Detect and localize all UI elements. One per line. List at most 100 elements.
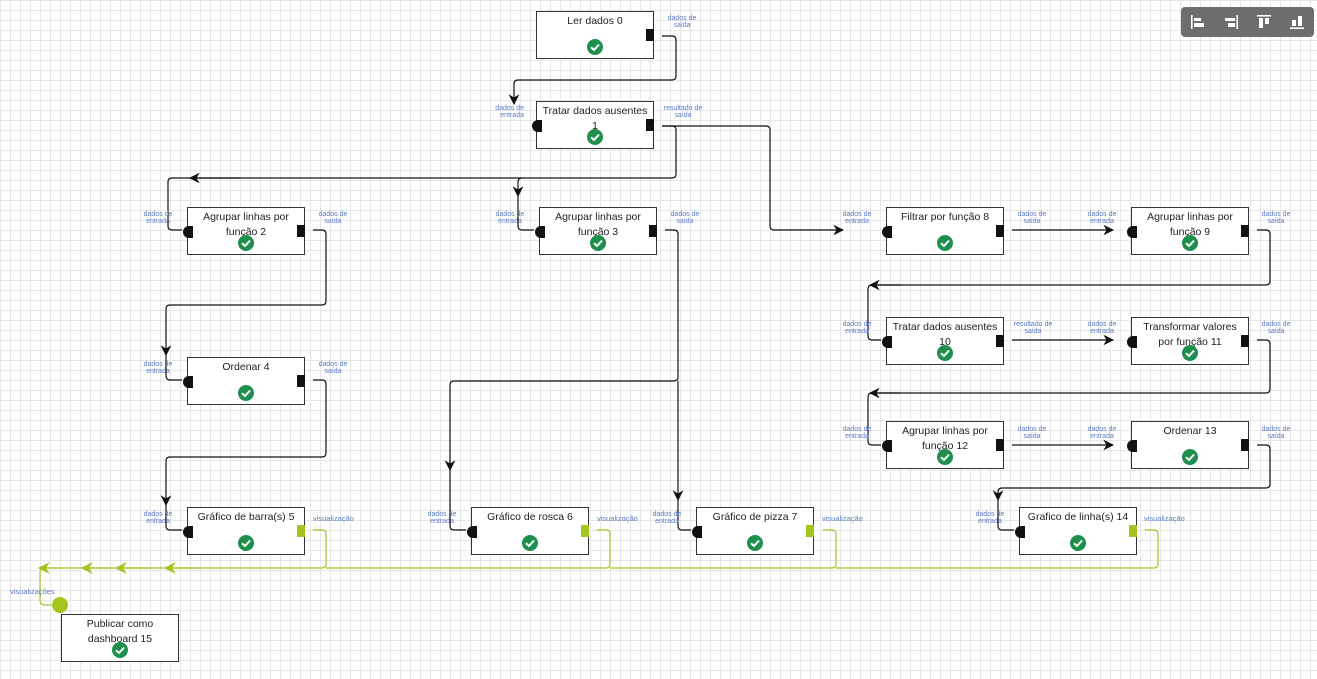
port-label-input: dados de entrada	[143, 511, 173, 525]
success-check-icon	[238, 535, 254, 551]
input-port[interactable]	[1127, 440, 1137, 452]
node-title: Gráfico de pizza 7	[712, 511, 798, 523]
node-ordenar-4[interactable]: Ordenar 4	[183, 357, 305, 405]
port-label-input: dados de entrada	[495, 105, 524, 119]
output-port[interactable]	[996, 335, 1004, 347]
node-filtrar-8[interactable]: Filtrar por função 8	[882, 207, 1004, 255]
node-title: Grafico de linha(s) 14	[1027, 511, 1129, 523]
visualizations-input-port[interactable]	[52, 597, 68, 613]
port-label-output: dados de saída	[667, 15, 697, 29]
input-port[interactable]	[882, 336, 892, 348]
success-check-icon	[112, 642, 128, 658]
port-label-input: dados de entrada	[842, 211, 872, 225]
output-port[interactable]	[996, 439, 1004, 451]
input-port[interactable]	[183, 376, 193, 388]
success-check-icon	[238, 385, 254, 401]
input-port[interactable]	[183, 226, 193, 238]
input-port[interactable]	[183, 526, 193, 538]
port-label-viz: visualização	[1144, 514, 1185, 523]
success-check-icon	[937, 235, 953, 251]
port-label-output: dados de saída	[1017, 211, 1047, 225]
input-port[interactable]	[1127, 226, 1137, 238]
input-port[interactable]	[1127, 336, 1137, 348]
output-port[interactable]	[646, 119, 654, 131]
visualization-port[interactable]	[806, 525, 814, 537]
port-label-viz: visualização	[822, 514, 863, 523]
success-check-icon	[747, 535, 763, 551]
output-port[interactable]	[1241, 225, 1249, 237]
input-port[interactable]	[882, 226, 892, 238]
port-label-output: dados de saída	[1261, 426, 1291, 440]
align-left-icon[interactable]	[1189, 13, 1207, 31]
port-label-viz: visualização	[313, 514, 354, 523]
output-port[interactable]	[649, 225, 657, 237]
input-port[interactable]	[692, 526, 702, 538]
visualization-port[interactable]	[581, 525, 589, 537]
output-port[interactable]	[297, 375, 305, 387]
node-title: Gráfico de rosca 6	[487, 511, 573, 523]
output-port[interactable]	[646, 29, 654, 41]
success-check-icon	[1182, 345, 1198, 361]
port-label-result: resultado de saída	[663, 105, 703, 119]
node-publicar-dashboard-15[interactable]: Publicar como dashboard 15	[61, 614, 179, 662]
success-check-icon	[587, 129, 603, 145]
port-label-output: dados de saída	[1017, 426, 1047, 440]
success-check-icon	[587, 39, 603, 55]
node-ordenar-13[interactable]: Ordenar 13	[1127, 421, 1249, 469]
node-grafico-linhas-14[interactable]: Grafico de linha(s) 14	[1015, 507, 1137, 555]
node-title: Gráfico de barra(s) 5	[197, 511, 295, 523]
success-check-icon	[937, 449, 953, 465]
node-agrupar-linhas-2[interactable]: Agrupar linhas por função 2	[183, 207, 305, 255]
node-grafico-rosca-6[interactable]: Gráfico de rosca 6	[467, 507, 589, 555]
port-label-input: dados de entrada	[975, 511, 1005, 525]
port-label-output: dados de saída	[1261, 211, 1291, 225]
node-tratar-dados-10[interactable]: Tratar dados ausentes 10	[882, 317, 1004, 365]
align-bottom-icon[interactable]	[1288, 13, 1306, 31]
input-port[interactable]	[467, 526, 477, 538]
port-label-input: dados de entrada	[427, 511, 457, 525]
port-label-visualizations: visualizações	[10, 587, 55, 596]
input-port[interactable]	[1015, 526, 1025, 538]
align-right-icon[interactable]	[1222, 13, 1240, 31]
wire-1-3[interactable]	[512, 177, 524, 198]
align-top-icon[interactable]	[1255, 13, 1273, 31]
port-label-input: dados de entrada	[842, 426, 872, 440]
port-label-input: dados de entrada	[143, 361, 173, 375]
input-port[interactable]	[535, 226, 545, 238]
output-port[interactable]	[1241, 335, 1249, 347]
node-agrupar-linhas-9[interactable]: Agrupar linhas por função 9	[1127, 207, 1249, 255]
node-ler-dados-0[interactable]: Ler dados 0	[536, 11, 654, 59]
port-label-input: dados de entrada	[842, 321, 872, 335]
node-grafico-barras-5[interactable]: Gráfico de barra(s) 5	[183, 507, 305, 555]
port-label-input: dados de entrada	[143, 211, 173, 225]
success-check-icon	[238, 235, 254, 251]
port-label-input: dados de entrada	[652, 511, 682, 525]
input-port[interactable]	[882, 440, 892, 452]
port-label-input: dados de entrada	[1087, 321, 1117, 335]
align-toolbar	[1181, 7, 1314, 37]
wire-3-6[interactable]	[444, 229, 679, 472]
node-title: Ler dados 0	[567, 15, 623, 27]
node-agrupar-linhas-12[interactable]: Agrupar linhas por função 12	[882, 421, 1004, 469]
success-check-icon	[1182, 235, 1198, 251]
connection-canvas	[37, 35, 1271, 606]
node-agrupar-linhas-3[interactable]: Agrupar linhas por função 3	[535, 207, 657, 255]
success-check-icon	[590, 235, 606, 251]
success-check-icon	[522, 535, 538, 551]
node-transformar-11[interactable]: Transformar valores por função 11	[1127, 317, 1249, 365]
node-tratar-dados-1[interactable]: Tratar dados ausentes 1	[532, 101, 654, 149]
port-label-viz: visualização	[597, 514, 638, 523]
input-port[interactable]	[532, 120, 542, 132]
port-label-output: dados de saída	[1261, 321, 1291, 335]
output-port[interactable]	[297, 225, 305, 237]
success-check-icon	[1070, 535, 1086, 551]
node-title: Filtrar por função 8	[900, 211, 990, 223]
visualization-port[interactable]	[297, 525, 305, 537]
port-label-output: dados de saída	[318, 361, 348, 375]
node-title: Ordenar 4	[222, 361, 270, 373]
output-port[interactable]	[1241, 439, 1249, 451]
output-port[interactable]	[996, 225, 1004, 237]
node-grafico-pizza-7[interactable]: Gráfico de pizza 7	[692, 507, 814, 555]
visualization-port[interactable]	[1129, 525, 1137, 537]
port-label-output: dados de saída	[670, 211, 700, 225]
